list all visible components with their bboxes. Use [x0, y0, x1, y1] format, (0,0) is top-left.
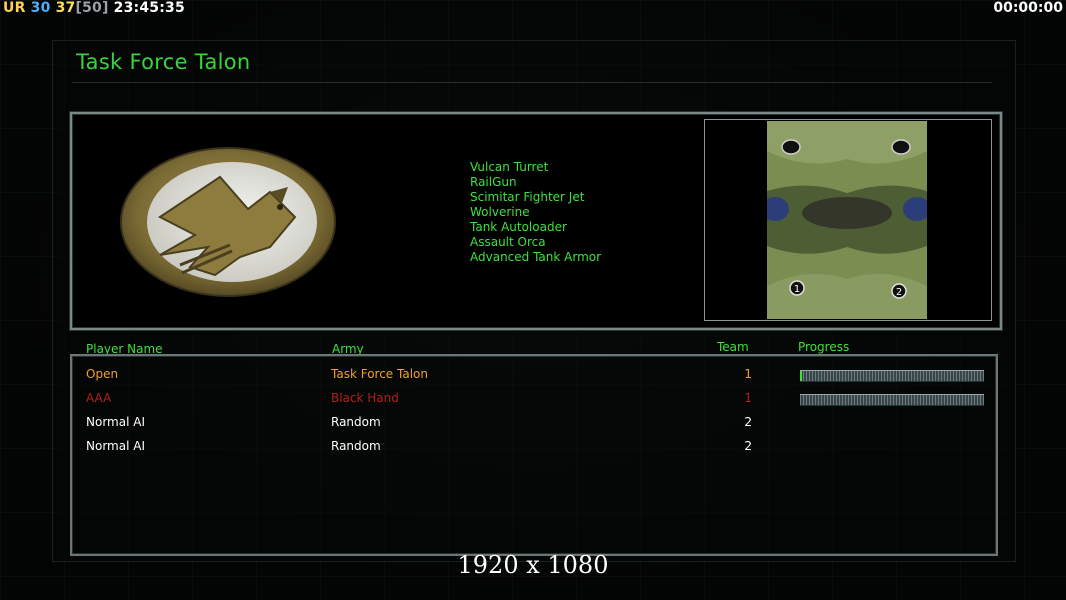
player-team: 1: [744, 391, 752, 405]
resolution-label: 1920 x 1080: [457, 551, 609, 579]
clock: 23:45:35: [113, 0, 185, 16]
start-label-1: 1: [794, 284, 800, 295]
player-team: 2: [744, 439, 752, 453]
map-preview-frame: 1 2: [704, 119, 992, 321]
title-divider: [72, 82, 992, 83]
load-progress-bar: [800, 394, 984, 406]
upgrade-item: Wolverine: [470, 205, 530, 219]
player-name: Normal AI: [86, 439, 145, 453]
column-progress: Progress: [798, 340, 850, 354]
faction-info-panel: Vulcan Turret RailGun Scimitar Fighter J…: [70, 112, 1002, 330]
unit-count: 37: [55, 0, 76, 16]
upgrade-item: RailGun: [470, 175, 517, 189]
player-row: Open Task Force Talon 1: [72, 364, 996, 386]
unit-max: [50]: [75, 0, 109, 16]
upgrade-item: Vulcan Turret: [470, 160, 549, 174]
upgrade-item: Assault Orca: [470, 235, 546, 249]
eagle-emblem-icon: [120, 147, 336, 297]
player-army: Random: [331, 439, 381, 453]
start-label-2: 2: [896, 287, 902, 298]
map-preview: 1 2: [767, 121, 927, 319]
upgrade-item: Advanced Tank Armor: [470, 250, 602, 264]
load-progress-bar: [800, 370, 984, 382]
player-name: AAA: [86, 391, 112, 405]
player-team: 2: [744, 415, 752, 429]
player-name: Open: [86, 367, 119, 381]
loading-screen: UR 30 37[50] 23:45:35 00:00:00 Task Forc…: [0, 0, 1066, 600]
match-timer: 00:00:00: [993, 0, 1063, 16]
player-army: Random: [331, 415, 381, 429]
player-row: Normal AI Random 2: [72, 436, 996, 458]
fps-value: 30: [30, 0, 51, 16]
player-army: Black Hand: [331, 391, 399, 405]
player-list: Open Task Force Talon 1 AAA Black Hand 1…: [70, 354, 998, 556]
load-progress-fill: [800, 371, 803, 381]
player-row: AAA Black Hand 1: [72, 388, 996, 410]
column-team: Team: [717, 340, 749, 354]
upgrade-item: Scimitar Fighter Jet: [470, 190, 585, 204]
upgrade-item: Tank Autoloader: [470, 220, 567, 234]
player-row: Normal AI Random 2: [72, 412, 996, 434]
player-name: Normal AI: [86, 415, 145, 429]
upgrade-list: Vulcan Turret RailGun Scimitar Fighter J…: [470, 160, 601, 265]
performance-overlay: UR 30 37[50] 23:45:35: [3, 0, 185, 16]
ur-label: UR: [3, 0, 26, 16]
player-army: Task Force Talon: [331, 367, 428, 381]
page-title: Task Force Talon: [76, 50, 251, 74]
player-team: 1: [744, 367, 752, 381]
